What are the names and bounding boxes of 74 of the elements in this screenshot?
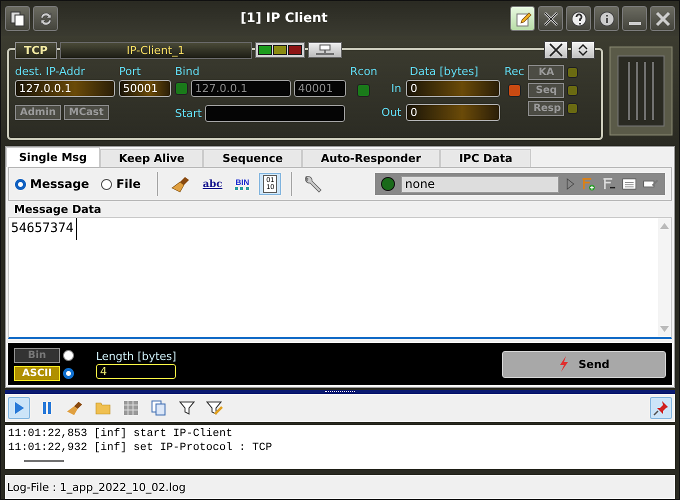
pin-icon [653, 400, 669, 416]
field-label: Port [119, 65, 142, 78]
tab[interactable]: Single Msg [6, 147, 100, 167]
documents-icon [8, 10, 26, 28]
help-button[interactable] [566, 6, 591, 31]
format-button[interactable]: abc [200, 173, 226, 195]
close-icon [654, 10, 672, 28]
play-icon [12, 400, 26, 416]
pin-button[interactable] [650, 397, 672, 419]
log-line: 11:01:22,932 [inf] set IP-Protocol : TCP [8, 441, 274, 455]
tab[interactable]: Sequence [203, 149, 302, 167]
protocol-tab[interactable]: TCP [15, 42, 57, 58]
data-in-field[interactable]: 0 [406, 80, 500, 97]
info-button[interactable] [594, 6, 619, 31]
script-field[interactable]: none [401, 176, 559, 192]
field-label: Bind [175, 65, 201, 78]
mode-radio[interactable]: Message [15, 177, 90, 191]
network-button[interactable] [308, 42, 342, 58]
script-led [381, 177, 395, 191]
window-title: [1] IP Client [240, 11, 328, 26]
info-icon [598, 10, 616, 28]
section-label: Message Data [13, 203, 102, 217]
field-label: Data [bytes] [410, 65, 478, 78]
field-label: Out [381, 106, 402, 119]
settings-button[interactable] [544, 41, 568, 59]
tab[interactable]: IPC Data [440, 149, 532, 167]
field-label: Length [bytes] [96, 350, 176, 362]
ip-address-field[interactable]: 127.0.0.1 [15, 80, 115, 97]
field-label: Rec [504, 65, 524, 78]
lightning-icon [558, 355, 570, 373]
scrollbar-thumb[interactable] [24, 460, 64, 462]
copy-button[interactable] [5, 6, 30, 31]
field-label: Rcon [350, 65, 378, 78]
field-label: In [391, 82, 402, 95]
minimize-button[interactable] [622, 6, 647, 31]
edit-button[interactable] [510, 6, 535, 31]
tab[interactable]: Auto-Responder [302, 149, 440, 167]
copy-icon [151, 400, 167, 416]
radio-icon[interactable] [63, 368, 74, 378]
connection-name: IP-Client_1 [60, 42, 252, 58]
radio-icon[interactable] [63, 350, 74, 360]
bind-port-field[interactable]: 40001 [294, 80, 346, 97]
tab[interactable]: Keep Alive [100, 149, 204, 167]
pause-icon [40, 400, 54, 416]
log-file-path: Log-File : 1_app_2022_10_02.log [5, 475, 675, 499]
folder-icon [95, 401, 111, 415]
mode-radio[interactable]: File [101, 177, 141, 191]
close-button[interactable] [650, 6, 675, 31]
bind-ip-field[interactable]: 127.0.0.1 [191, 80, 291, 97]
message-text: 54657374 [9, 218, 77, 240]
up-down-icon [576, 43, 590, 57]
field-label: dest. IP-Addr [15, 65, 86, 78]
refresh-button[interactable] [33, 6, 58, 31]
wrench-icon [302, 174, 324, 194]
network-icon [314, 44, 336, 56]
minimize-icon [628, 22, 640, 25]
pencil-icon [514, 10, 532, 28]
filter-icon [179, 400, 195, 416]
grid-icon [123, 400, 139, 416]
format-button[interactable]: BIN [231, 173, 254, 195]
broom-icon [170, 175, 191, 193]
port-field[interactable]: 50001 [119, 80, 171, 97]
send-button[interactable]: Send [502, 350, 666, 378]
filter-edit-icon [206, 400, 224, 416]
length-field[interactable]: 4 [96, 364, 176, 378]
collapse-button[interactable] [571, 41, 595, 59]
start-field[interactable] [204, 105, 345, 122]
field-label: Start [175, 107, 202, 120]
settings-button[interactable] [538, 6, 563, 31]
message-text-area[interactable]: 54657374 [8, 217, 672, 339]
log-line: 11:01:22,853 [inf] start IP-Client [8, 427, 234, 441]
data-out-field[interactable]: 0 [406, 104, 500, 121]
help-icon [570, 10, 588, 28]
broom-icon [66, 400, 84, 416]
